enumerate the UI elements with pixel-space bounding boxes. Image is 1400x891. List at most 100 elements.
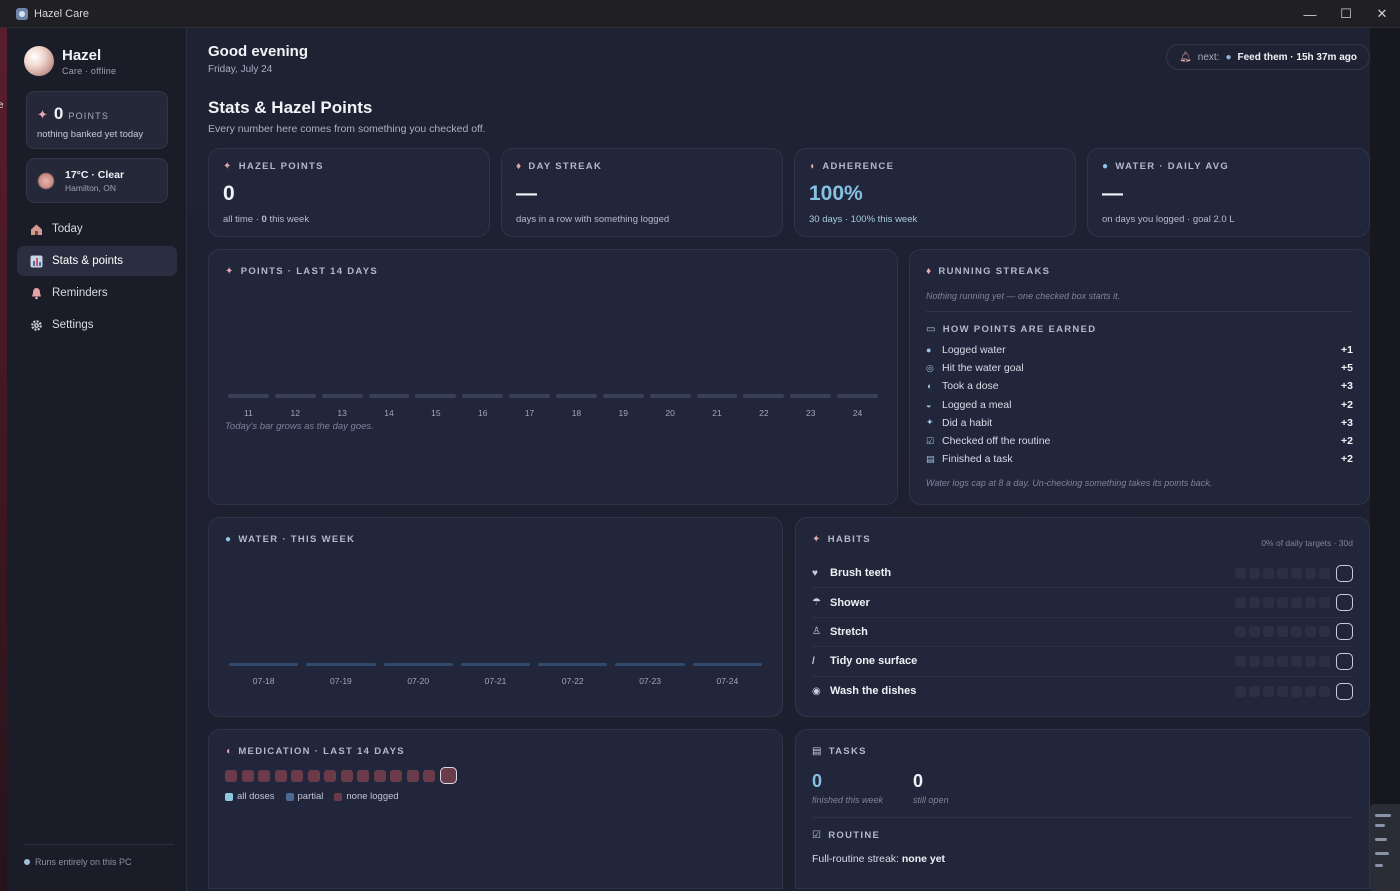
medication-day-cell <box>340 769 353 782</box>
minimize-button[interactable]: — <box>1292 0 1328 28</box>
medication-day-cell <box>307 769 320 782</box>
sidebar-item-label: Settings <box>52 319 94 331</box>
chart-bar[interactable] <box>649 394 691 398</box>
legend-swatch <box>334 792 343 801</box>
chart-bar[interactable] <box>602 394 644 398</box>
chart-tick-label: 13 <box>337 408 347 418</box>
chart-bar[interactable] <box>415 394 457 398</box>
medication-day-cell <box>324 769 336 782</box>
earn-points: +2 <box>1341 398 1353 411</box>
stat-sub: on days you logged · goal 2.0 L <box>1102 214 1235 225</box>
chart-bar[interactable] <box>460 663 531 666</box>
chart-bar[interactable] <box>306 663 376 666</box>
chart-tick-label: 18 <box>571 408 582 418</box>
habit-day-cell <box>1235 655 1246 667</box>
habit-checkbox[interactable] <box>1336 682 1353 700</box>
clipboard-icon: ▤ <box>812 746 823 757</box>
habit-checkbox[interactable] <box>1336 623 1353 641</box>
habit-label: Tidy one surface <box>830 655 918 668</box>
target-icon: ◎ <box>926 362 934 373</box>
habit-day-cell <box>1235 597 1246 609</box>
sidebar-item-settings[interactable]: Settings <box>17 310 177 340</box>
chart-bar[interactable] <box>692 663 762 666</box>
window-title: Hazel Care <box>34 7 90 20</box>
points-chart: 11 12 13 14 15 16 17 18 19 20 21 22 23 24 <box>225 290 881 430</box>
chart-tick-label: 20 <box>665 408 675 418</box>
habit-day-cell <box>1319 655 1330 667</box>
stretch-icon: ♙ <box>812 626 821 638</box>
earn-points: +5 <box>1341 362 1353 375</box>
legend-swatch <box>225 792 233 801</box>
earn-label: Checked off the routine <box>942 435 1051 448</box>
chart-bar[interactable] <box>790 394 832 398</box>
habit-day-cell <box>1263 626 1274 638</box>
water-chart-card: ● WATER · THIS WEEK 07-18 07-19 07-20 07-21 0… <box>208 517 783 717</box>
chart-bar[interactable] <box>462 394 504 398</box>
sidebar-item-stats[interactable]: Stats & points <box>17 246 177 276</box>
maximize-button[interactable]: ☐ <box>1328 0 1364 28</box>
chart-bar[interactable] <box>368 394 410 398</box>
chart-bar[interactable] <box>696 394 738 398</box>
chart-bar[interactable] <box>556 394 597 398</box>
shower-icon: ☂ <box>812 597 821 609</box>
chart-tick-label: 07-22 <box>561 676 584 686</box>
close-button[interactable]: ✕ <box>1364 0 1400 28</box>
chart-bar[interactable] <box>321 394 363 398</box>
tasks-finished-count: 0 <box>812 771 823 791</box>
app-logo-icon <box>16 7 28 20</box>
habit-day-cell <box>1305 567 1316 579</box>
earn-row: ☑ Checked off the routine +2 <box>926 432 1353 450</box>
chart-bar[interactable] <box>509 394 550 398</box>
medication-day-today[interactable] <box>439 767 457 784</box>
earn-label: Took a dose <box>942 380 999 393</box>
chart-tick-label: 15 <box>431 408 441 418</box>
habit-checkbox[interactable] <box>1336 564 1353 582</box>
habit-day-cell <box>1277 567 1288 579</box>
sidebar-item-label: Stats & points <box>52 255 123 267</box>
greeting-date: Friday, July 24 <box>208 64 273 75</box>
habit-day-cell <box>1277 626 1288 638</box>
chart-bar[interactable] <box>383 663 453 666</box>
legend-item: none logged <box>334 791 399 802</box>
chart-bar[interactable] <box>229 663 299 666</box>
thumbnail-preview[interactable] <box>1370 804 1400 891</box>
routine-title: ROUTINE <box>828 830 881 841</box>
checkbox-icon: ☑ <box>926 435 935 446</box>
window-controls: — ☐ ✕ <box>1292 0 1400 28</box>
chart-tick-label: 19 <box>618 408 628 418</box>
stat-sub-prefix: all time · <box>223 214 262 225</box>
habits-title: HABITS <box>827 534 871 545</box>
sparkle-icon: ✦ <box>223 161 233 172</box>
chart-bar[interactable] <box>538 663 608 666</box>
profile-name: Hazel <box>62 46 102 64</box>
chart-bar[interactable] <box>615 663 685 666</box>
stat-value: 0 <box>223 182 235 205</box>
broom-icon: / <box>812 655 815 667</box>
chart-slot: 14 <box>368 290 410 430</box>
profile: Hazel Care · offline <box>24 46 116 76</box>
sidebar-item-today[interactable]: Today <box>17 214 177 244</box>
sidebar-item-reminders[interactable]: Reminders <box>17 278 177 308</box>
chart-tick-label: 07-18 <box>252 676 275 686</box>
earn-note: Water logs cap at 8 a day. Un-checking s… <box>926 478 1213 489</box>
habit-day-cell <box>1235 567 1246 579</box>
habit-checkbox[interactable] <box>1336 652 1353 670</box>
chart-bar[interactable] <box>837 394 878 398</box>
medication-day-cell <box>423 769 435 782</box>
earn-points: +1 <box>1341 344 1353 357</box>
habit-checkbox[interactable] <box>1336 594 1353 612</box>
earn-points: +3 <box>1341 416 1353 429</box>
page-subtitle: Every number here comes from something y… <box>208 123 486 135</box>
next-reminder-pill[interactable]: 🔔︎ next: ● Feed them · 15h 37m ago <box>1166 44 1370 70</box>
sparkle-icon: ✦ <box>225 266 235 277</box>
medication-day-cell <box>225 769 237 782</box>
earn-list: ● Logged water +1 ◎ Hit the water goal +5 ◖ Too… <box>926 341 1353 468</box>
chart-bar[interactable] <box>743 394 785 398</box>
streaks-title: RUNNING STREAKS <box>938 266 1051 277</box>
chart-bar[interactable] <box>228 394 269 398</box>
weather-title: 17°C · Clear <box>65 168 125 181</box>
earn-row: ✦ Did a habit +3 <box>926 414 1353 432</box>
chart-slot: 13 <box>321 290 363 430</box>
chart-bar[interactable] <box>274 394 316 398</box>
earn-row: ▤ Finished a task +2 <box>926 450 1353 468</box>
